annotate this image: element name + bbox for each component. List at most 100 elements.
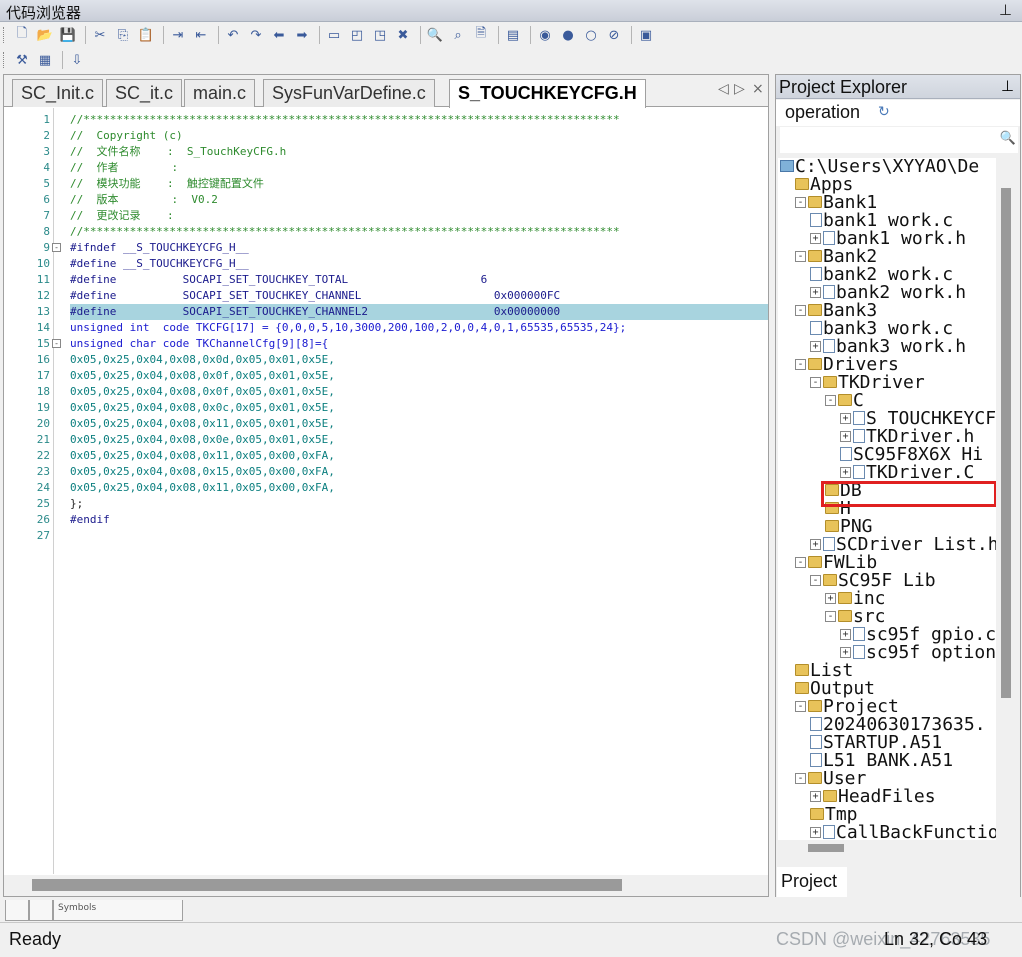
code-line[interactable]: 23 0x05,0x25,0x04,0x08,0x15,0x05,0x00,0xF… <box>4 464 768 480</box>
expand-icon[interactable]: + <box>840 413 851 424</box>
build-icon[interactable]: ⚒ <box>12 50 32 70</box>
fold-toggle-icon[interactable]: - <box>52 339 61 348</box>
expand-icon[interactable]: + <box>825 593 836 604</box>
expand-icon[interactable]: + <box>810 827 821 838</box>
code-line[interactable]: 2 // Copyright (c) <box>4 128 768 144</box>
code-line[interactable]: 18 0x05,0x25,0x04,0x08,0x0f,0x05,0x01,0x5… <box>4 384 768 400</box>
save-icon[interactable]: 💾 <box>58 25 78 45</box>
expand-icon[interactable]: + <box>810 287 821 298</box>
collapse-icon[interactable]: - <box>810 575 821 586</box>
code-line[interactable]: 13 #define SOCAPI_SET_TOUCHKEY_CHANNEL2 0… <box>4 304 768 320</box>
code-line[interactable]: 9- #ifndef __S_TOUCHKEYCFG_H__ <box>4 240 768 256</box>
tab-unnamed[interactable] <box>5 900 29 921</box>
code-line[interactable]: 16 0x05,0x25,0x04,0x08,0x0d,0x05,0x01,0x5… <box>4 352 768 368</box>
breakpoint-icon[interactable]: ● <box>558 25 578 45</box>
find-next-icon[interactable]: ⌕ <box>448 25 468 45</box>
collapse-icon[interactable]: - <box>795 557 806 568</box>
tree-node[interactable]: -C <box>825 392 864 410</box>
code-line[interactable]: 21 0x05,0x25,0x04,0x08,0x0e,0x05,0x01,0x5… <box>4 432 768 448</box>
browse-icon[interactable]: ▤ <box>503 25 523 45</box>
open-file-icon[interactable]: 📂 <box>35 25 55 45</box>
new-file-icon[interactable]: 🗋 <box>12 25 32 45</box>
expand-icon[interactable]: + <box>810 791 821 802</box>
tab-unnamed[interactable] <box>29 900 53 921</box>
expand-icon[interactable]: + <box>810 233 821 244</box>
refresh-icon[interactable]: ↻ <box>878 104 890 120</box>
code-line[interactable]: 20 0x05,0x25,0x04,0x08,0x11,0x05,0x01,0x5… <box>4 416 768 432</box>
tab-sysfunvardefine-c[interactable]: SysFunVarDefine.c <box>263 79 435 107</box>
code-line[interactable]: 6 // 版本 : V0.2 <box>4 192 768 208</box>
toolbar-grip[interactable] <box>3 52 6 68</box>
tab-sc-it-c[interactable]: SC_it.c <box>106 79 183 107</box>
next-bookmark-icon[interactable]: ◳ <box>370 25 390 45</box>
project-search-input[interactable]: 🔍 <box>780 127 1018 153</box>
load-icon[interactable]: ⇩ <box>67 50 87 70</box>
tab-project[interactable]: Project <box>777 867 847 897</box>
code-line[interactable]: 1 //*************************************… <box>4 112 768 128</box>
expand-icon[interactable]: + <box>810 539 821 550</box>
code-line[interactable]: 7 // 更改记录 : <box>4 208 768 224</box>
code-view[interactable]: 1 //*************************************… <box>4 108 768 874</box>
code-line[interactable]: 3 // 文件名称 : S_TouchKeyCFG.h <box>4 144 768 160</box>
scrollbar-thumb[interactable] <box>32 879 622 891</box>
collapse-icon[interactable]: - <box>795 305 806 316</box>
scroll-tabs-left-icon[interactable]: ◁ <box>718 81 729 97</box>
collapse-icon[interactable]: - <box>795 251 806 262</box>
undo-icon[interactable]: ↶ <box>223 25 243 45</box>
code-line[interactable]: 8 //*************************************… <box>4 224 768 240</box>
find-icon[interactable]: 🔍 <box>425 25 445 45</box>
code-line[interactable]: 11 #define SOCAPI_SET_TOUCHKEY_TOTAL 6 <box>4 272 768 288</box>
expand-icon[interactable]: + <box>840 647 851 658</box>
tab-symbols[interactable]: Symbols <box>53 900 183 921</box>
code-line[interactable]: 5 // 模块功能 : 触控键配置文件 <box>4 176 768 192</box>
copy-icon[interactable]: ⎘ <box>113 25 133 45</box>
project-tree[interactable]: C:\Users\XYYAO\De Apps - Bank1 bank1 work.c +… <box>778 158 996 848</box>
collapse-icon[interactable]: - <box>825 611 836 622</box>
editor-horizontal-scrollbar[interactable] <box>4 875 768 896</box>
debug-icon[interactable]: ◉ <box>535 25 555 45</box>
fold-toggle-icon[interactable]: - <box>52 243 61 252</box>
kill-bp-icon[interactable]: ⊘ <box>604 25 624 45</box>
window-icon[interactable]: ▣ <box>636 25 656 45</box>
scroll-tabs-right-icon[interactable]: ▷ <box>734 81 745 97</box>
cut-icon[interactable]: ✂ <box>90 25 110 45</box>
expand-icon[interactable]: + <box>840 629 851 640</box>
forward-icon[interactable]: ➡ <box>292 25 312 45</box>
code-line[interactable]: 4 // 作者 : <box>4 160 768 176</box>
back-icon[interactable]: ⬅ <box>269 25 289 45</box>
tree-node[interactable]: - TKDriver <box>810 374 925 392</box>
collapse-icon[interactable]: - <box>825 395 836 406</box>
code-line[interactable]: 26 #endif <box>4 512 768 528</box>
code-line[interactable]: 17 0x05,0x25,0x04,0x08,0x0f,0x05,0x01,0x5… <box>4 368 768 384</box>
find-in-files-icon[interactable]: 🗎 <box>471 25 491 45</box>
tab-s-touchkeycfg-h[interactable]: S_TOUCHKEYCFG.H <box>449 79 646 108</box>
prev-bookmark-icon[interactable]: ◰ <box>347 25 367 45</box>
collapse-icon[interactable]: - <box>810 377 821 388</box>
close-tab-icon[interactable]: × <box>752 81 764 97</box>
bookmark-icon[interactable]: ▭ <box>324 25 344 45</box>
code-line[interactable]: 27 <box>4 528 768 544</box>
unindent-icon[interactable]: ⇤ <box>191 25 211 45</box>
indent-icon[interactable]: ⇥ <box>168 25 188 45</box>
code-line[interactable]: 12 #define SOCAPI_SET_TOUCHKEY_CHANNEL 0x… <box>4 288 768 304</box>
search-icon[interactable]: 🔍 <box>1000 131 1016 146</box>
tree-vertical-scrollbar[interactable] <box>997 158 1015 848</box>
toolbar-grip[interactable] <box>3 27 6 43</box>
rebuild-icon[interactable]: ▦ <box>35 50 55 70</box>
scrollbar-thumb[interactable] <box>1001 188 1011 698</box>
disable-bp-icon[interactable]: ○ <box>581 25 601 45</box>
tree-node[interactable]: + sc95f option <box>840 644 996 662</box>
tab-main-c[interactable]: main.c <box>184 79 256 107</box>
collapse-icon[interactable]: - <box>795 773 806 784</box>
paste-icon[interactable]: 📋 <box>136 25 156 45</box>
code-line[interactable]: 22 0x05,0x25,0x04,0x08,0x11,0x05,0x00,0xF… <box>4 448 768 464</box>
code-line[interactable]: 19 0x05,0x25,0x04,0x08,0x0c,0x05,0x01,0x5… <box>4 400 768 416</box>
tab-sc-init-c[interactable]: SC_Init.c <box>12 79 104 107</box>
collapse-icon[interactable]: - <box>795 701 806 712</box>
expand-icon[interactable]: + <box>840 431 851 442</box>
code-line[interactable]: 14 unsigned int code TKCFG[17] = {0,0,0,5… <box>4 320 768 336</box>
code-line[interactable]: 10 #define __S_TOUCHKEYCFG_H__ <box>4 256 768 272</box>
redo-icon[interactable]: ↷ <box>246 25 266 45</box>
scrollbar-thumb[interactable] <box>808 844 844 852</box>
pin-icon[interactable]: ⊥ <box>999 1 1012 19</box>
